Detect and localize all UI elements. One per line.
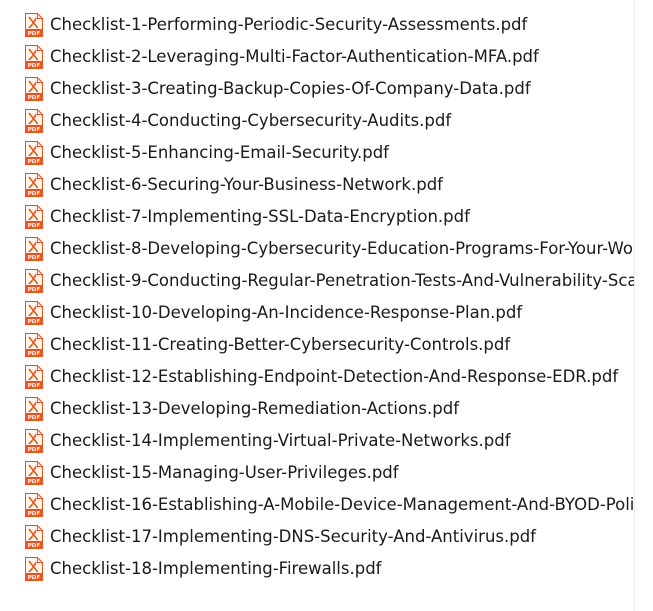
pdf-icon-label: PDF — [28, 287, 41, 293]
file-item[interactable]: PDF Checklist-13-Developing-Remediation-… — [24, 396, 634, 422]
file-item[interactable]: PDF Checklist-1-Performing-Periodic-Secu… — [24, 12, 634, 38]
pdf-file-icon: PDF — [25, 397, 43, 421]
file-item[interactable]: PDF Checklist-5-Enhancing-Email-Security… — [24, 140, 634, 166]
file-name: Checklist-1-Performing-Periodic-Security… — [50, 15, 528, 34]
file-name: Checklist-2-Leveraging-Multi-Factor-Auth… — [50, 47, 539, 66]
pdf-icon-label: PDF — [28, 31, 41, 37]
pdf-file-icon: PDF — [25, 557, 43, 581]
file-item[interactable]: PDF Checklist-6-Securing-Your-Business-N… — [24, 172, 634, 198]
pdf-file-icon: PDF — [25, 461, 43, 485]
file-item[interactable]: PDF Checklist-12-Establishing-Endpoint-D… — [24, 364, 634, 390]
pdf-file-icon: PDF — [25, 493, 43, 517]
pdf-icon-label: PDF — [28, 543, 41, 549]
pdf-icon-label: PDF — [28, 255, 41, 261]
pdf-icon-label: PDF — [28, 159, 41, 165]
pdf-file-icon: PDF — [25, 45, 43, 69]
pdf-file-icon: PDF — [25, 109, 43, 133]
pdf-icon-label: PDF — [28, 511, 41, 517]
pdf-file-icon: PDF — [25, 365, 43, 389]
file-name: Checklist-3-Creating-Backup-Copies-Of-Co… — [50, 79, 531, 98]
file-item[interactable]: PDF Checklist-7-Implementing-SSL-Data-En… — [24, 204, 634, 230]
pdf-file-icon: PDF — [25, 77, 43, 101]
pdf-icon-label: PDF — [28, 127, 41, 133]
file-item[interactable]: PDF Checklist-15-Managing-User-Privilege… — [24, 460, 634, 486]
file-name: Checklist-7-Implementing-SSL-Data-Encryp… — [50, 207, 470, 226]
file-item[interactable]: PDF Checklist-3-Creating-Backup-Copies-O… — [24, 76, 634, 102]
file-name: Checklist-17-Implementing-DNS-Security-A… — [50, 527, 536, 546]
file-name: Checklist-8-Developing-Cybersecurity-Edu… — [50, 239, 634, 258]
pdf-icon-label: PDF — [28, 479, 41, 485]
pdf-file-icon: PDF — [25, 269, 43, 293]
file-name: Checklist-15-Managing-User-Privileges.pd… — [50, 463, 399, 482]
file-name: Checklist-9-Conducting-Regular-Penetrati… — [50, 271, 634, 290]
file-item[interactable]: PDF Checklist-9-Conducting-Regular-Penet… — [24, 268, 634, 294]
file-item[interactable]: PDF Checklist-10-Developing-An-Incidence… — [24, 300, 634, 326]
file-name: Checklist-14-Implementing-Virtual-Privat… — [50, 431, 511, 450]
pdf-icon-label: PDF — [28, 415, 41, 421]
file-item[interactable]: PDF Checklist-11-Creating-Better-Cyberse… — [24, 332, 634, 358]
pdf-file-icon: PDF — [25, 525, 43, 549]
pdf-icon-label: PDF — [28, 575, 41, 581]
file-name: Checklist-6-Securing-Your-Business-Netwo… — [50, 175, 443, 194]
pdf-file-icon: PDF — [25, 141, 43, 165]
pdf-icon-label: PDF — [28, 383, 41, 389]
vertical-scrollbar[interactable] — [634, 0, 653, 611]
file-name: Checklist-13-Developing-Remediation-Acti… — [50, 399, 460, 418]
file-item[interactable]: PDF Checklist-14-Implementing-Virtual-Pr… — [24, 428, 634, 454]
pdf-file-icon: PDF — [25, 237, 43, 261]
pdf-file-icon: PDF — [25, 429, 43, 453]
pdf-icon-label: PDF — [28, 223, 41, 229]
pdf-icon-label: PDF — [28, 95, 41, 101]
file-item[interactable]: PDF Checklist-16-Establishing-A-Mobile-D… — [24, 492, 634, 518]
file-name: Checklist-10-Developing-An-Incidence-Res… — [50, 303, 523, 322]
file-name: Checklist-11-Creating-Better-Cybersecuri… — [50, 335, 511, 354]
file-item[interactable]: PDF Checklist-2-Leveraging-Multi-Factor-… — [24, 44, 634, 70]
file-name: Checklist-16-Establishing-A-Mobile-Devic… — [50, 495, 634, 514]
pdf-file-icon: PDF — [25, 205, 43, 229]
pdf-file-icon: PDF — [25, 173, 43, 197]
pdf-file-icon: PDF — [25, 13, 43, 37]
file-item[interactable]: PDF Checklist-4-Conducting-Cybersecurity… — [24, 108, 634, 134]
pdf-icon-label: PDF — [28, 63, 41, 69]
file-name: Checklist-4-Conducting-Cybersecurity-Aud… — [50, 111, 452, 130]
pdf-icon-label: PDF — [28, 191, 41, 197]
file-list: PDF Checklist-1-Performing-Periodic-Secu… — [0, 0, 634, 611]
pdf-icon-label: PDF — [28, 447, 41, 453]
file-item[interactable]: PDF Checklist-8-Developing-Cybersecurity… — [24, 236, 634, 262]
file-name: Checklist-5-Enhancing-Email-Security.pdf — [50, 143, 389, 162]
file-name: Checklist-12-Establishing-Endpoint-Detec… — [50, 367, 619, 386]
file-name: Checklist-18-Implementing-Firewalls.pdf — [50, 559, 382, 578]
pdf-file-icon: PDF — [25, 333, 43, 357]
pdf-file-icon: PDF — [25, 301, 43, 325]
file-item[interactable]: PDF Checklist-18-Implementing-Firewalls.… — [24, 556, 634, 582]
file-item[interactable]: PDF Checklist-17-Implementing-DNS-Securi… — [24, 524, 634, 550]
pdf-icon-label: PDF — [28, 319, 41, 325]
pdf-icon-label: PDF — [28, 351, 41, 357]
